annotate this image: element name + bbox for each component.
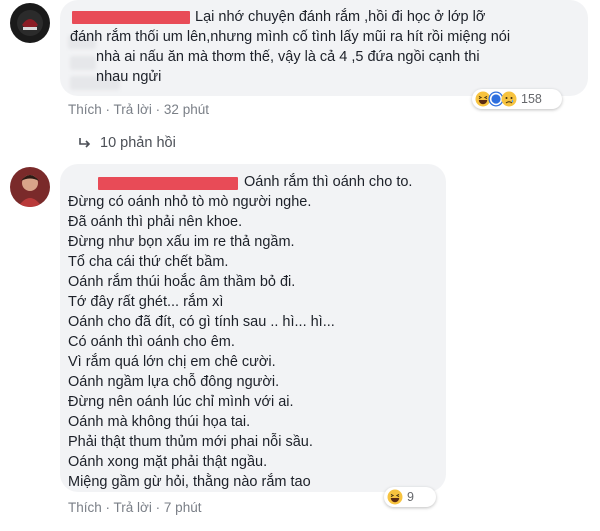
comment-text-line: Đừng như bọn xấu im re thả ngầm. [68,234,295,250]
blurred-text [70,56,96,70]
comment-text-line: Oánh cho đã đít, có gì tính sau .. hì...… [68,314,335,330]
comment-text-line: Đừng nên oánh lúc chỉ mình với ai. [68,394,294,410]
timestamp[interactable]: 32 phút [164,102,209,117]
comment-text-line: Oánh rắm thì oánh cho to. [244,174,413,190]
avatar[interactable] [10,3,50,43]
sad-icon [501,91,517,107]
separator-dot: · [105,102,114,117]
reply-link[interactable]: Trả lời [114,500,152,515]
comment-text-line: Vì rắm quá lớn chị em chê cười. [68,354,276,370]
comment-text-line: Tổ cha cái thứ chết bầm. [68,254,229,270]
comment-text-line: Đừng có oánh nhỏ tò mò người nghe. [68,194,312,210]
comment-actions: Thích · Trả lời · 32 phút [68,102,209,117]
replies-count-label: 10 phản hồi [100,135,176,151]
avatar-image [10,3,50,43]
comment-text-line: nhà ai nấu ăn mà thơm thế, vậy là cả 4 ,… [96,49,480,65]
like-link[interactable]: Thích [68,500,102,515]
comment-text-line: Đã oánh thì phải nên khoe. [68,214,243,230]
author-name-redacted[interactable] [72,11,190,24]
like-link[interactable]: Thích [68,102,102,117]
comment-text-line: Oánh xong mặt phải thật ngầu. [68,454,268,470]
avatar[interactable] [10,167,50,207]
comment-text-line: Oánh mà không thúi họa tai. [68,414,251,430]
separator-dot: · [155,500,164,515]
haha-icon [387,489,403,505]
comment-text-line: Có oánh thì oánh cho êm. [68,334,235,350]
comment-text-line: Phải thật thum thủm mới phai nỗi sầu. [68,434,313,450]
comment-text-line: Oánh ngầm lựa chỗ đông người. [68,374,280,390]
comment-text-line: nhau ngửi [96,69,162,85]
view-replies-link[interactable]: 10 phản hồi [78,135,176,151]
reply-arrow-icon [79,138,91,148]
timestamp[interactable]: 7 phút [164,500,202,515]
author-name-redacted[interactable] [98,177,238,190]
separator-dot: · [105,500,114,515]
reply-link[interactable]: Trả lời [114,102,152,117]
comment-text-line: Miệng gầm gừ hỏi, thằng nào rắm tao [68,474,311,490]
reaction-count: 158 [521,92,542,106]
avatar-image [10,167,50,207]
separator-dot: · [155,102,164,117]
comment-text-line: Tớ đây rất ghét... rắm xì [68,294,224,310]
comment-text-line: đánh rắm thối um lên,nhưng mình cố tình … [70,29,511,45]
reaction-summary[interactable]: 9 [384,487,436,507]
reaction-summary[interactable]: 158 [472,89,562,109]
comment-text-line: Lại nhớ chuyện đánh rắm ,hồi đi học ở lớ… [195,9,486,25]
comment-actions: Thích · Trả lời · 7 phút [68,500,201,515]
comment-text-line: Oánh rắm thúi hoắc âm thầm bỏ đi. [68,274,296,290]
reaction-count: 9 [407,490,414,504]
